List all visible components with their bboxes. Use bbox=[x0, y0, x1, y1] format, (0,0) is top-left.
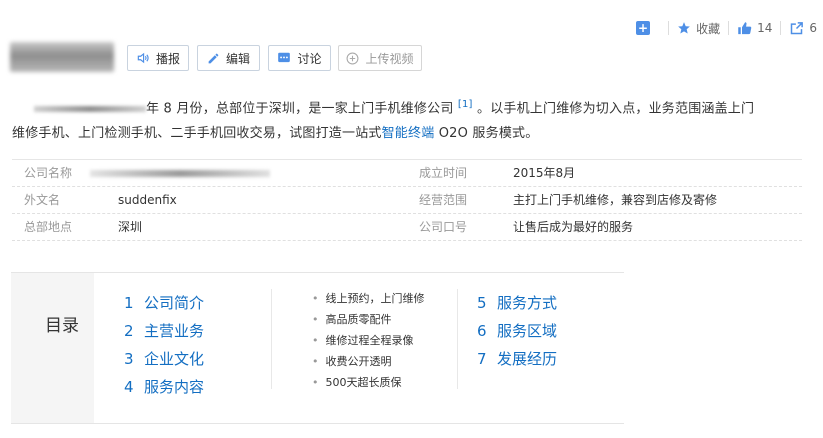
divider bbox=[668, 21, 670, 35]
catalog-title: 目录 bbox=[45, 316, 79, 336]
catalog-item-number: 2 bbox=[124, 322, 134, 340]
catalog-subitem-label: 500天超长质保 bbox=[325, 376, 402, 389]
discuss-label: 讨论 bbox=[297, 51, 322, 66]
catalog-item-number: 6 bbox=[477, 322, 487, 340]
catalog-subitem-label: 线上预约，上门维修 bbox=[325, 292, 425, 305]
info-value: 2015年8月 bbox=[513, 166, 576, 180]
reference-link[interactable]: [1] bbox=[458, 99, 473, 110]
info-value: 深圳 bbox=[118, 220, 143, 234]
catalog-item-label: 企业文化 bbox=[144, 350, 205, 368]
catalog-subitem[interactable]: • 高品质零配件 bbox=[312, 311, 392, 327]
summary-text-2: 。以手机上门维修为切入点，业务范围涵盖上门 bbox=[477, 101, 755, 117]
pencil-icon bbox=[208, 53, 219, 63]
catalog-item-label: 服务区域 bbox=[497, 322, 558, 340]
catalog-item-label: 服务方式 bbox=[497, 294, 558, 312]
info-label: 公司名称 bbox=[24, 166, 73, 180]
like-button[interactable]: 14 bbox=[737, 21, 772, 36]
catalog-item[interactable]: 3 企业文化 bbox=[124, 348, 204, 369]
divider bbox=[780, 21, 782, 35]
catalog-item-number: 5 bbox=[477, 294, 487, 312]
info-label: 外文名 bbox=[24, 193, 61, 207]
catalog-item-number: 7 bbox=[477, 350, 487, 368]
share-icon bbox=[791, 21, 804, 34]
edit-label: 编辑 bbox=[225, 51, 250, 66]
catalog-sidebar bbox=[11, 273, 94, 423]
catalog-item[interactable]: 4 服务内容 bbox=[124, 376, 204, 397]
summary-text-4: O2O 服务模式。 bbox=[434, 126, 539, 142]
divider bbox=[457, 289, 458, 389]
catalog-subitem[interactable]: • 维修过程全程录像 bbox=[312, 332, 414, 348]
info-value: 主打上门手机维修，兼容到店修及寄修 bbox=[513, 193, 718, 207]
broadcast-button[interactable]: 播报 bbox=[127, 45, 189, 71]
info-value: suddenfix bbox=[118, 193, 177, 207]
info-label: 公司口号 bbox=[419, 220, 468, 234]
star-icon bbox=[678, 22, 690, 34]
catalog-subitem-label: 高品质零配件 bbox=[325, 313, 392, 326]
edit-button[interactable]: 编辑 bbox=[197, 45, 260, 71]
info-label: 成立时间 bbox=[419, 166, 468, 180]
broadcast-label: 播报 bbox=[155, 51, 180, 66]
info-label: 总部地点 bbox=[24, 220, 73, 234]
catalog-item-label: 主营业务 bbox=[144, 322, 205, 340]
catalog-item-number: 3 bbox=[124, 350, 134, 368]
company-title-redacted bbox=[10, 42, 114, 72]
share-button[interactable]: 6 bbox=[789, 21, 817, 36]
thumbs-up-icon bbox=[738, 21, 752, 34]
plus-circle-icon bbox=[347, 52, 359, 64]
smart-terminal-link[interactable]: 智能终端 bbox=[382, 126, 435, 141]
top-toolbar: + 收藏 14 6 bbox=[636, 18, 817, 38]
basic-info-table: 公司名称 成立时间 2015年8月 外文名 suddenfix 经营范围 主打上… bbox=[12, 159, 802, 241]
catalog-subitem[interactable]: • 收费公开透明 bbox=[312, 353, 392, 369]
info-row: 外文名 suddenfix 经营范围 主打上门手机维修，兼容到店修及寄修 bbox=[12, 187, 802, 214]
summary-text-1: 年 8 月份，总部位于深圳，是一家上门手机维修公司 bbox=[146, 101, 454, 117]
catalog-subitem-label: 维修过程全程录像 bbox=[325, 334, 414, 347]
plus-icon[interactable]: + bbox=[636, 21, 651, 35]
info-label: 经营范围 bbox=[419, 193, 468, 207]
company-name-redacted bbox=[90, 170, 270, 177]
catalog-item[interactable]: 1 公司简介 bbox=[124, 292, 204, 313]
info-row: 公司名称 成立时间 2015年8月 bbox=[12, 160, 802, 187]
catalog-item[interactable]: 5 服务方式 bbox=[477, 292, 557, 313]
speaker-icon bbox=[137, 52, 149, 64]
like-count: 14 bbox=[757, 21, 773, 35]
summary-text-3: 维修手机、上门检测手机、二手手机回收交易，试图打造一站式 bbox=[12, 126, 382, 142]
upload-video-button[interactable]: 上传视频 bbox=[338, 45, 422, 71]
info-value: 让售后成为最好的服务 bbox=[513, 220, 634, 234]
catalog-item-label: 服务内容 bbox=[144, 378, 205, 396]
catalog-subitem[interactable]: • 500天超长质保 bbox=[312, 374, 402, 390]
redacted-text bbox=[34, 105, 146, 112]
catalog-subitem-label: 收费公开透明 bbox=[325, 355, 392, 368]
divider bbox=[271, 289, 272, 389]
collect-label: 收藏 bbox=[696, 21, 721, 36]
info-row: 总部地点 深圳 公司口号 让售后成为最好的服务 bbox=[12, 214, 802, 241]
catalog-item-label: 发展经历 bbox=[497, 350, 558, 368]
catalog-item[interactable]: 7 发展经历 bbox=[477, 348, 557, 369]
summary-paragraph: 年 8 月份，总部位于深圳，是一家上门手机维修公司 [1] 。以手机上门维修为切… bbox=[12, 92, 804, 146]
catalog-item[interactable]: 2 主营业务 bbox=[124, 320, 204, 341]
discuss-button[interactable]: 讨论 bbox=[268, 45, 331, 71]
catalog-subitem[interactable]: • 线上预约，上门维修 bbox=[312, 290, 425, 306]
catalog-item[interactable]: 6 服务区域 bbox=[477, 320, 557, 341]
catalog-item-number: 1 bbox=[124, 294, 134, 312]
upload-video-label: 上传视频 bbox=[365, 51, 414, 66]
divider bbox=[728, 21, 730, 35]
collect-button[interactable]: 收藏 bbox=[677, 20, 720, 37]
catalog: 目录 1 公司简介 2 主营业务 3 企业文化 4 服务内容 • 线上预约，上门维修 • 高… bbox=[11, 272, 624, 424]
comment-icon bbox=[278, 52, 291, 63]
catalog-item-label: 公司简介 bbox=[144, 294, 205, 312]
share-count: 6 bbox=[809, 21, 817, 35]
catalog-item-number: 4 bbox=[124, 378, 134, 396]
